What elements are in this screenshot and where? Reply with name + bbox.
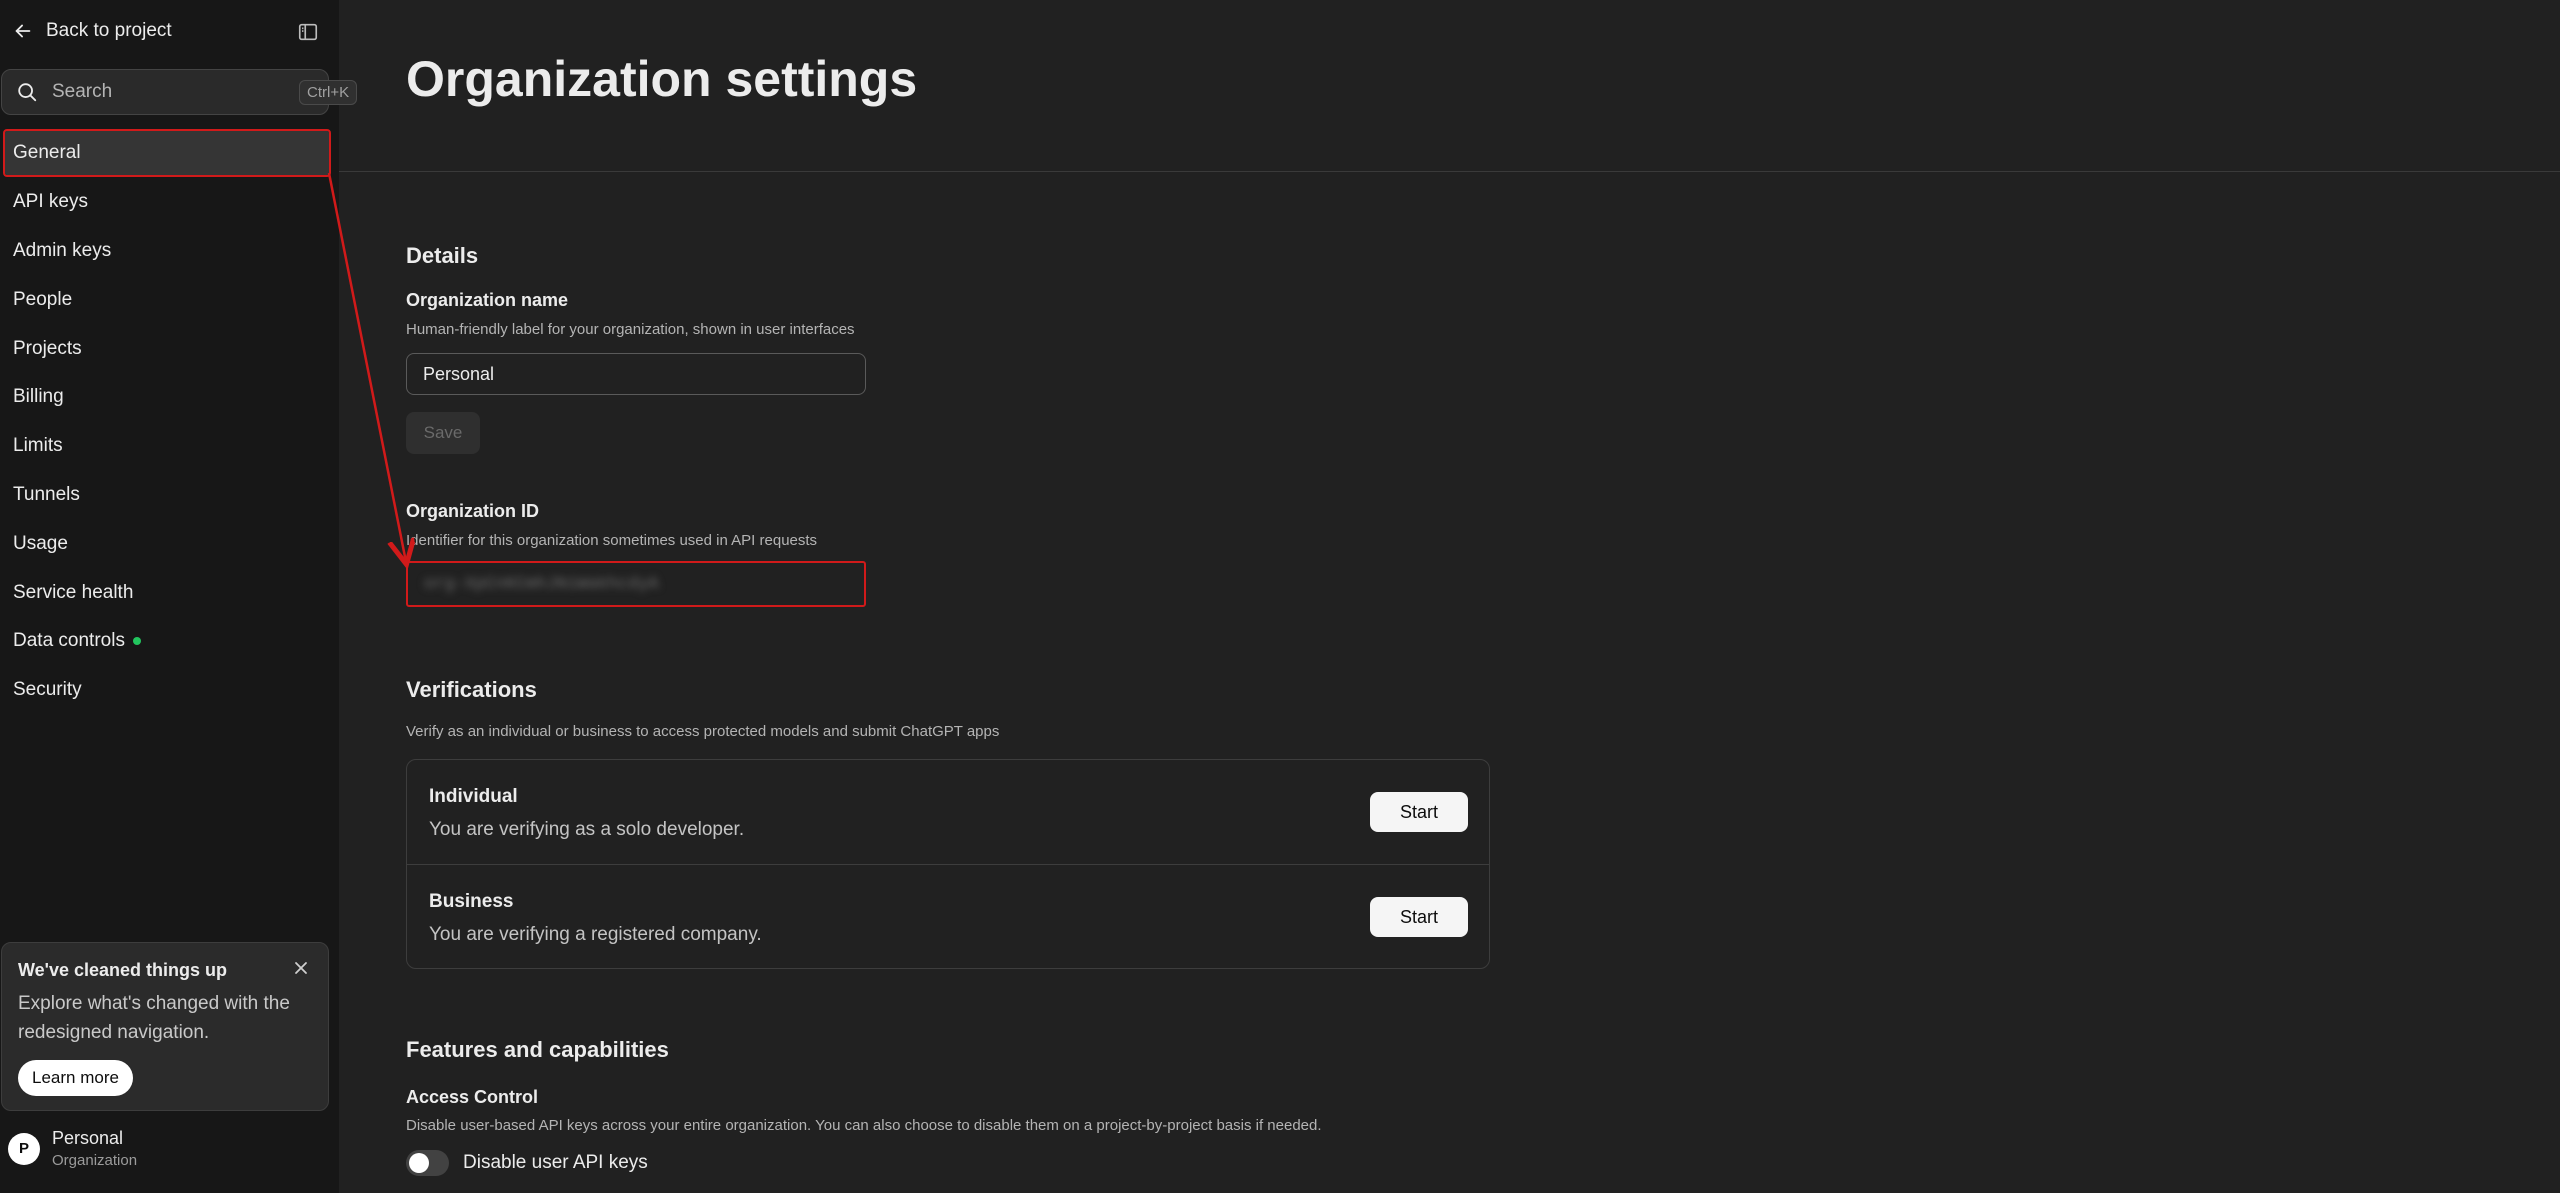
verification-individual-row: Individual You are verifying as a solo d…	[407, 760, 1489, 864]
sidebar-item-api-keys[interactable]: API keys	[0, 178, 339, 227]
org-name-help: Human-friendly label for your organizati…	[406, 321, 855, 338]
sidebar-item-label: Data controls	[13, 630, 125, 652]
sidebar-item-data-controls[interactable]: Data controls	[0, 617, 339, 666]
verification-description: You are verifying a registered company.	[429, 924, 762, 945]
search-input[interactable]	[50, 80, 299, 104]
close-icon	[295, 962, 307, 974]
search-icon	[18, 83, 37, 102]
promo-title: We've cleaned things up	[18, 960, 227, 980]
close-promo-button[interactable]	[290, 957, 312, 979]
disable-user-api-keys-toggle[interactable]	[406, 1150, 449, 1176]
sidebar-item-projects[interactable]: Projects	[0, 324, 339, 373]
access-control-help: Disable user-based API keys across your …	[406, 1117, 1322, 1134]
learn-more-button[interactable]: Learn more	[18, 1060, 133, 1096]
sidebar-item-security[interactable]: Security	[0, 666, 339, 715]
start-individual-verification-button[interactable]: Start	[1370, 792, 1468, 832]
verification-options: Individual You are verifying as a solo d…	[406, 759, 1490, 969]
navigation-update-card: We've cleaned things up Explore what's c…	[1, 942, 329, 1111]
account-type: Organization	[52, 1152, 138, 1169]
sidebar-item-general[interactable]: General	[3, 129, 331, 177]
sidebar-item-service-health[interactable]: Service health	[0, 568, 339, 617]
org-name-label: Organization name	[406, 290, 569, 310]
account-info: Personal Organization	[52, 1128, 137, 1169]
status-dot	[132, 637, 141, 646]
account-name: Personal	[52, 1128, 124, 1148]
org-id-field[interactable]: org-XpCnKCmhJNiWakhcdyA	[406, 561, 866, 607]
features-heading: Features and capabilities	[406, 1037, 669, 1062]
divider	[339, 171, 2560, 172]
arrow-left-icon	[15, 24, 31, 38]
org-id-value: org-XpCnKCmhJNiWakhcdyA	[424, 574, 659, 594]
verification-description: You are verifying as a solo developer.	[429, 819, 745, 840]
org-id-help: Identifier for this organization sometim…	[406, 532, 818, 549]
sidebar-item-admin-keys[interactable]: Admin keys	[0, 227, 339, 276]
sidebar-panel-icon	[298, 23, 318, 41]
verifications-description: Verify as an individual or business to a…	[406, 723, 1000, 740]
verification-title: Individual	[429, 786, 518, 807]
promo-body: Explore what's changed with the redesign…	[18, 993, 290, 1043]
save-button[interactable]: Save	[406, 412, 480, 454]
sidebar-item-usage[interactable]: Usage	[0, 519, 339, 568]
sidebar-nav: General API keys Admin keys People Proje…	[0, 129, 339, 715]
back-to-project-label: Back to project	[46, 20, 172, 41]
details-heading: Details	[406, 243, 479, 268]
sidebar-header: Back to project	[0, 14, 339, 48]
toggle-sidebar-button[interactable]	[294, 18, 322, 46]
verification-title: Business	[429, 891, 514, 912]
sidebar-item-limits[interactable]: Limits	[0, 422, 339, 471]
sidebar-item-tunnels[interactable]: Tunnels	[0, 471, 339, 520]
toggle-label: Disable user API keys	[463, 1152, 648, 1173]
verification-business-row: Business You are verifying a registered …	[407, 864, 1489, 968]
org-name-input[interactable]	[406, 353, 866, 395]
avatar: P	[8, 1132, 40, 1165]
account-switcher[interactable]: P Personal Organization	[8, 1128, 137, 1169]
sidebar-item-people[interactable]: People	[0, 275, 339, 324]
back-to-project-link[interactable]: Back to project	[12, 14, 172, 48]
sidebar-item-billing[interactable]: Billing	[0, 373, 339, 422]
search-box[interactable]: Ctrl+K	[1, 69, 358, 115]
disable-user-api-keys-toggle-row[interactable]: Disable user API keys	[406, 1150, 648, 1176]
verifications-heading: Verifications	[406, 677, 537, 702]
org-id-label: Organization ID	[406, 501, 540, 521]
main-content: Organization settings Details Organizati…	[339, 0, 2560, 1193]
access-control-label: Access Control	[406, 1087, 539, 1107]
start-business-verification-button[interactable]: Start	[1370, 897, 1468, 937]
page-title: Organization settings	[406, 51, 918, 107]
sidebar: Back to project Ctrl+K General API keys …	[0, 0, 358, 1193]
